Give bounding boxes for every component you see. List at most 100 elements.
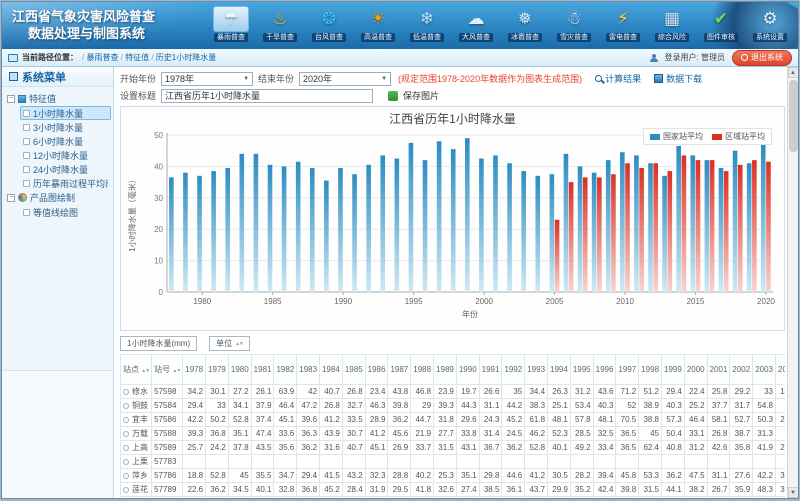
chart-title-input[interactable] bbox=[161, 89, 373, 103]
column-header-year[interactable]: 2000 bbox=[684, 355, 707, 385]
toolbar-item-低温普查[interactable]: ❄低温普查 bbox=[404, 6, 450, 42]
sort-chip[interactable]: 单位 ▲▼ bbox=[209, 336, 250, 351]
search-icon bbox=[595, 75, 602, 82]
value-cell: 25.3 bbox=[434, 469, 457, 483]
sort-arrows-icon[interactable]: ▲▼ bbox=[141, 368, 149, 374]
column-header-year[interactable]: 1979 bbox=[206, 355, 229, 385]
bar-national-2014 bbox=[676, 146, 681, 292]
radio-icon[interactable] bbox=[123, 473, 129, 479]
vertical-scrollbar[interactable]: ▲ ▼ bbox=[787, 67, 798, 498]
scroll-down-icon[interactable]: ▼ bbox=[788, 487, 799, 498]
expander-icon[interactable]: − bbox=[7, 95, 15, 103]
value-cell: 26.9 bbox=[388, 441, 411, 455]
sidebar-item-24小时降水量[interactable]: 24小时降水量 bbox=[20, 162, 111, 176]
column-header-year[interactable]: 2002 bbox=[730, 355, 753, 385]
calculate-button[interactable]: 计算结果 bbox=[595, 72, 641, 85]
value-cell: 52.8 bbox=[206, 469, 229, 483]
expander-icon[interactable]: − bbox=[7, 194, 15, 202]
checkbox-icon[interactable] bbox=[23, 166, 30, 173]
sidebar-item-等值线绘图[interactable]: 等值线绘图 bbox=[20, 205, 111, 219]
toolbar-item-干旱普查[interactable]: ♨干旱普查 bbox=[257, 6, 303, 42]
column-header-year[interactable]: 1987 bbox=[388, 355, 411, 385]
column-header-year[interactable]: 1983 bbox=[297, 355, 320, 385]
column-header-year[interactable]: 1998 bbox=[639, 355, 662, 385]
column-header-year[interactable]: 1999 bbox=[662, 355, 685, 385]
column-header-year[interactable]: 2004 bbox=[776, 355, 786, 385]
radio-icon[interactable] bbox=[123, 431, 129, 437]
checkbox-icon[interactable] bbox=[23, 124, 30, 131]
breadcrumb-segment[interactable]: 暴雨普查 bbox=[86, 53, 118, 62]
column-header-year[interactable]: 1980 bbox=[228, 355, 251, 385]
column-header-year[interactable]: 2001 bbox=[707, 355, 730, 385]
tree-group-特征值[interactable]: −特征值 bbox=[7, 91, 111, 106]
sidebar-item-6小时降水量[interactable]: 6小时降水量 bbox=[20, 134, 111, 148]
radio-icon[interactable] bbox=[123, 487, 129, 493]
column-header-year[interactable]: 1981 bbox=[251, 355, 274, 385]
value-cell: 29.4 bbox=[297, 469, 320, 483]
column-header-year[interactable]: 1985 bbox=[342, 355, 365, 385]
column-header-year[interactable]: 1993 bbox=[525, 355, 548, 385]
radio-icon[interactable] bbox=[123, 389, 129, 395]
tree-group-产品图绘制[interactable]: −产品图绘制 bbox=[7, 190, 111, 205]
sort-chip-label: 单位 bbox=[216, 338, 232, 349]
logout-button[interactable]: 退出系统 bbox=[732, 50, 792, 66]
sort-arrows-icon[interactable]: ▲▼ bbox=[172, 368, 180, 374]
toolbar-item-台风普查[interactable]: ❂台风普查 bbox=[306, 6, 352, 42]
value-cell: 33.9 bbox=[776, 469, 786, 483]
column-header-year[interactable]: 1996 bbox=[593, 355, 616, 385]
column-header-year[interactable]: 2003 bbox=[753, 355, 776, 385]
value-cell: 46.4 bbox=[274, 399, 297, 413]
toolbar-item-冰雹普查[interactable]: ❅冰雹普查 bbox=[502, 6, 548, 42]
value-cell: 44.7 bbox=[411, 413, 434, 427]
value-cell: 52.7 bbox=[730, 413, 753, 427]
save-image-button[interactable]: 保存图片 bbox=[403, 89, 439, 102]
column-header-station[interactable]: 站点 ▲▼ bbox=[121, 355, 152, 385]
column-header-year[interactable]: 1994 bbox=[548, 355, 571, 385]
value-cell: 29.8 bbox=[479, 469, 502, 483]
toolbar-item-暴雨普查[interactable]: ☂暴雨普查 bbox=[208, 6, 254, 42]
value-cell: 40.2 bbox=[411, 469, 434, 483]
toolbar-item-雪灾普查[interactable]: ☃雪灾普查 bbox=[551, 6, 597, 42]
palette-icon bbox=[18, 193, 27, 202]
column-header-year[interactable]: 1988 bbox=[411, 355, 434, 385]
checkbox-icon[interactable] bbox=[23, 138, 30, 145]
checkbox-icon[interactable] bbox=[23, 152, 30, 159]
radio-icon[interactable] bbox=[123, 403, 129, 409]
toolbar-item-高温普查[interactable]: ☀高温普查 bbox=[355, 6, 401, 42]
column-header-year[interactable]: 1986 bbox=[365, 355, 388, 385]
radio-icon[interactable] bbox=[123, 459, 129, 465]
value-cell: 40.2 bbox=[320, 497, 343, 499]
column-header-year[interactable]: 1992 bbox=[502, 355, 525, 385]
start-year-select[interactable]: 1978年 ▼ bbox=[161, 72, 253, 86]
toolbar-item-雷电普查[interactable]: ⚡雷电普查 bbox=[600, 6, 646, 42]
toolbar-item-系统设置[interactable]: ⚙系统设置 bbox=[747, 6, 793, 42]
toolbar-item-大风普查[interactable]: ☁大风普查 bbox=[453, 6, 499, 42]
checkbox-icon[interactable] bbox=[23, 180, 30, 187]
radio-icon[interactable] bbox=[123, 445, 129, 451]
sidebar-item-3小时降水量[interactable]: 3小时降水量 bbox=[20, 120, 111, 134]
column-header-year[interactable]: 1991 bbox=[479, 355, 502, 385]
scrollbar-thumb[interactable] bbox=[789, 80, 798, 152]
download-button[interactable]: 数据下载 bbox=[654, 72, 702, 85]
sidebar-item-12小时降水量[interactable]: 12小时降水量 bbox=[20, 148, 111, 162]
checkbox-icon[interactable] bbox=[23, 209, 30, 216]
column-header-year[interactable]: 1997 bbox=[616, 355, 639, 385]
column-header-year[interactable]: 1978 bbox=[183, 355, 206, 385]
column-header-year[interactable]: 1989 bbox=[434, 355, 457, 385]
column-header-year[interactable]: 1982 bbox=[274, 355, 297, 385]
sidebar-item-历年暴雨过程平均雨量[interactable]: 历年暴雨过程平均雨量 bbox=[20, 176, 111, 190]
column-header-year[interactable]: 1984 bbox=[320, 355, 343, 385]
value-cell: 45.1 bbox=[274, 413, 297, 427]
column-header-year[interactable]: 1990 bbox=[456, 355, 479, 385]
checkbox-icon[interactable] bbox=[23, 110, 30, 117]
sidebar-item-1小时降水量[interactable]: 1小时降水量 bbox=[20, 106, 111, 120]
toolbar-item-图件审核[interactable]: ✔图件审核 bbox=[698, 6, 744, 42]
toolbar-item-综合风险[interactable]: ▦综合风险 bbox=[649, 6, 695, 42]
end-year-select[interactable]: 2020年 ▼ bbox=[299, 72, 391, 86]
breadcrumb-segment[interactable]: 特征值 bbox=[125, 53, 149, 62]
radio-icon[interactable] bbox=[123, 417, 129, 423]
scroll-up-icon[interactable]: ▲ bbox=[788, 67, 799, 78]
column-header-year[interactable]: 1995 bbox=[570, 355, 593, 385]
column-header-station-id[interactable]: 站号 ▲▼ bbox=[152, 355, 183, 385]
breadcrumb-segment[interactable]: 历史1小时降水量 bbox=[156, 53, 216, 62]
